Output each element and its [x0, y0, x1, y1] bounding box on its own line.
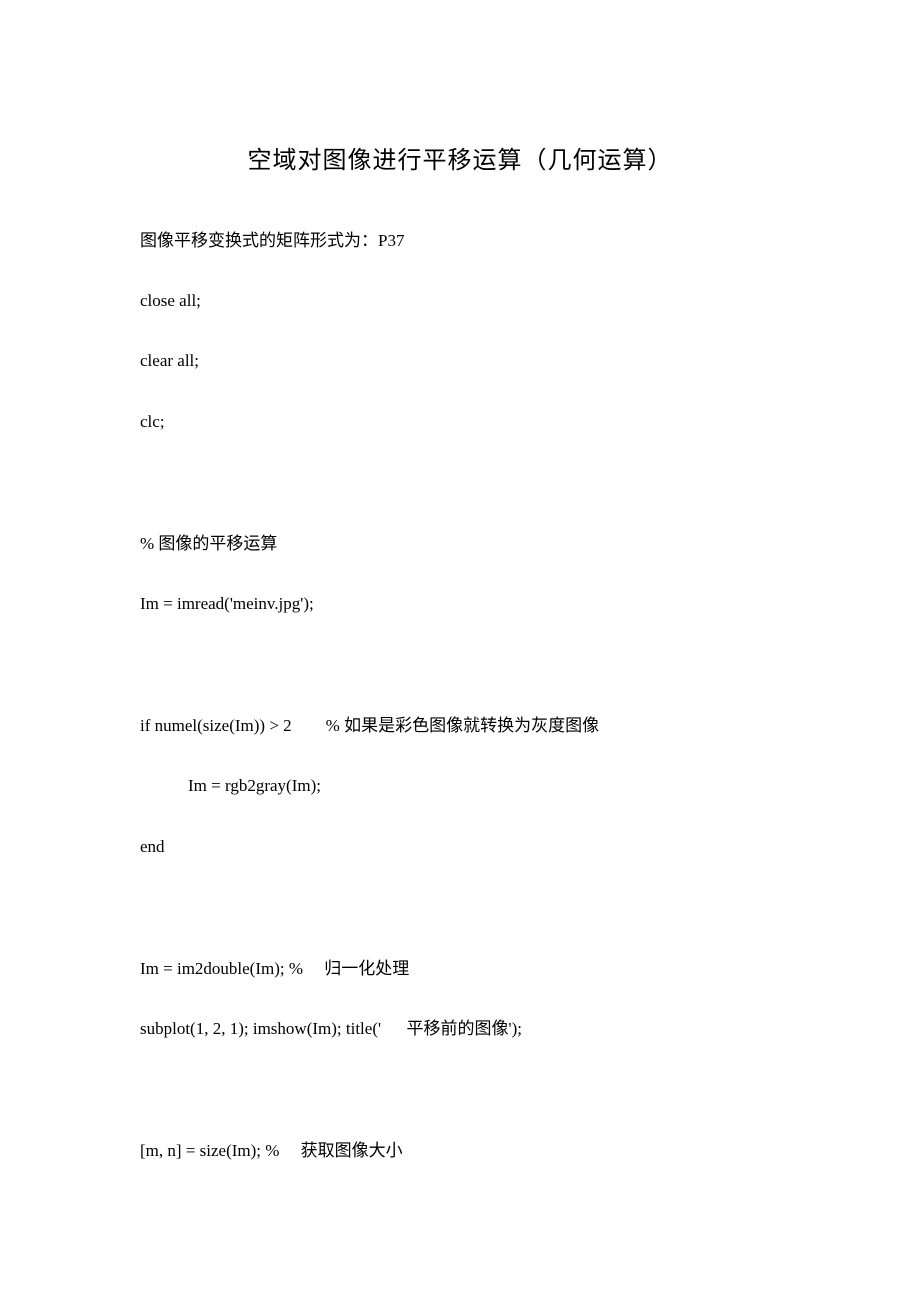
code-line: [m, n] = size(Im); % 获取图像大小	[140, 1137, 780, 1164]
document-title: 空域对图像进行平移运算（几何运算）	[140, 140, 780, 175]
code-line: Im = imread('meinv.jpg');	[140, 590, 780, 617]
code-line: if numel(size(Im)) > 2 % 如果是彩色图像就转换为灰度图像	[140, 712, 780, 739]
code-line: Im = im2double(Im); % 归一化处理	[140, 955, 780, 982]
code-line: clc;	[140, 408, 780, 435]
comment-line: % 图像的平移运算	[140, 530, 780, 557]
blank-line	[140, 468, 780, 530]
blank-line	[140, 893, 780, 955]
code-line: clear all;	[140, 347, 780, 374]
code-line: subplot(1, 2, 1); imshow(Im); title(' 平移…	[140, 1015, 780, 1042]
code-line: end	[140, 833, 780, 860]
code-line: Im = rgb2gray(Im);	[140, 772, 780, 799]
code-line: close all;	[140, 287, 780, 314]
blank-line	[140, 650, 780, 712]
blank-line	[140, 1075, 780, 1137]
text-line: 图像平移变换式的矩阵形式为：P37	[140, 227, 780, 254]
